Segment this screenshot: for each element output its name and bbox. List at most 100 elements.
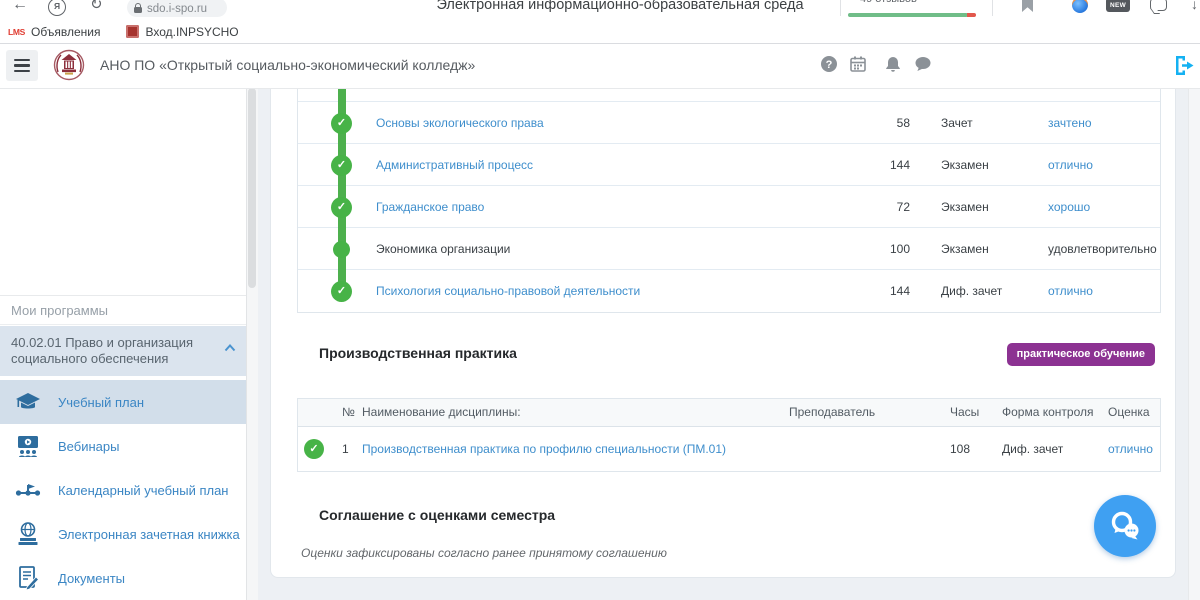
chevron-up-icon [224,344,236,352]
hours-value: 144 [862,270,910,312]
url-text: sdo.i-spo.ru [147,0,207,15]
discipline-link[interactable]: Основы экологического права [376,102,544,144]
sidebar-item-curriculum[interactable]: Учебный план [0,380,246,424]
milestones-icon [14,476,42,504]
calendar-icon[interactable] [849,55,867,73]
content-card: 2 Основы экологического права 58 Зачет з… [270,88,1176,578]
new-badge[interactable]: NEW [1106,0,1130,12]
bookmark-inpsycho[interactable]: Вход.INPSYCHO [126,25,238,39]
document-pen-icon [14,564,42,592]
sidebar-item-documents[interactable]: Документы [0,556,246,600]
scrollbar-thumb[interactable] [248,88,256,288]
table-header-row: № Наименование дисциплины: Преподаватель… [298,399,1160,427]
grade-value: удовлетворительно [1048,228,1157,270]
semester-table: 2 Основы экологического права 58 Зачет з… [297,88,1161,313]
practical-training-badge[interactable]: практическое обучение [1007,343,1155,366]
page-scrollbar[interactable] [1188,88,1200,600]
bookmark-flag-icon[interactable] [1022,0,1033,12]
browser-chat-icon[interactable] [1150,0,1167,11]
hours-value: 144 [862,144,910,186]
app-header: АНО ПО «Открытый социально-экономический… [0,43,1200,89]
completed-check-icon: ✓ [331,113,352,134]
webinar-icon [14,432,42,460]
discipline-link[interactable]: Гражданское право [376,186,484,228]
table-row: 6 Психология социально-правовой деятельн… [298,270,1160,312]
control-form: Экзамен [941,228,989,270]
chat-bubbles-icon [1106,507,1144,545]
page-title: Электронная информационно-образовательна… [420,0,820,13]
back-icon[interactable]: ← [12,0,28,12]
sidebar-program-item[interactable]: 40.02.01 Право и организация социального… [0,326,246,376]
help-icon[interactable]: ? [820,55,838,73]
emblem-favicon [126,25,139,38]
bookmark-announcements[interactable]: LMS Объявления [8,25,100,39]
logout-icon[interactable] [1172,53,1197,78]
site-rating-widget[interactable]: 49 отзывов [846,0,978,20]
table-row: 5 Экономика организации 100 Экзамен удов… [298,228,1160,270]
discipline-link[interactable]: Производственная практика по профилю спе… [362,426,726,472]
discipline-link[interactable]: Административный процесс [376,144,533,186]
control-form: Диф. зачет [941,270,1002,312]
practice-heading: Производственная практика [319,345,517,361]
bookmark-label: Объявления [31,25,100,39]
header-hours: Часы [950,399,979,426]
college-logo [52,48,86,87]
sidebar-item-label: Учебный план [58,395,144,410]
rating-bar-tip [967,13,976,17]
reload-icon[interactable]: ↻ [90,0,103,12]
screen: ← Я ↻ sdo.i-spo.ru Электронная информаци… [0,0,1200,600]
table-row: 3 Административный процесс 144 Экзамен о… [298,144,1160,186]
control-form: Зачет [941,102,973,144]
menu-toggle-button[interactable] [6,50,38,81]
hours-value: 72 [862,186,910,228]
table-row: 2 Основы экологического права 58 Зачет з… [298,102,1160,144]
table-row: ✓ 1 Производственная практика по профилю… [298,426,1160,472]
support-chat-button[interactable] [1094,495,1156,557]
browser-topbar: ← Я ↻ sdo.i-spo.ru Электронная информаци… [0,0,1200,20]
notifications-bell-icon[interactable] [884,55,902,73]
reviews-text: 49 отзывов [860,0,917,5]
sidebar-item-label: Электронная зачетная книжка [58,527,240,542]
grade-link[interactable]: зачтено [1048,102,1092,144]
lock-icon [134,7,142,13]
discipline-name: Экономика организации [376,228,510,270]
progress-dot-icon [333,241,350,258]
sidebar-item-gradebook[interactable]: Электронная зачетная книжка [0,512,246,556]
agreement-heading: Соглашение с оценками семестра [319,507,555,523]
bookmark-label: Вход.INPSYCHO [145,25,238,39]
header-grade: Оценка [1108,399,1150,426]
discipline-link[interactable]: Психология социально-правовой деятельнос… [376,270,640,312]
sidebar-section-label: Мои программы [0,295,246,325]
completed-check-icon: ✓ [331,155,352,176]
address-bar[interactable]: sdo.i-spo.ru [127,0,227,17]
sidebar-item-calendar-plan[interactable]: Календарный учебный план [0,468,246,512]
agreement-note: Оценки зафиксированы согласно ранее прин… [301,546,667,560]
program-label: 40.02.01 Право и организация социального… [11,335,193,366]
hours-value: 58 [862,102,910,144]
grade-link[interactable]: отлично [1108,426,1153,472]
svg-text:?: ? [826,59,833,71]
sidebar: Мои программы 40.02.01 Право и организац… [0,88,247,600]
yandex-icon[interactable]: Я [48,0,66,16]
lms-favicon: LMS [8,27,25,37]
grade-link[interactable]: отлично [1048,144,1093,186]
hours-value: 100 [862,228,910,270]
download-icon[interactable]: ↓ [1191,0,1198,12]
sidebar-item-label: Вебинары [58,439,119,454]
grade-link[interactable]: хорошо [1048,186,1090,228]
divider [840,0,841,16]
control-form: Экзамен [941,144,989,186]
completed-check-icon: ✓ [331,281,352,302]
sidebar-scrollbar[interactable] [246,88,258,600]
grade-link[interactable]: отлично [1048,270,1093,312]
sidebar-item-webinars[interactable]: Вебинары [0,424,246,468]
header-control-form: Форма контроля [1002,399,1094,426]
control-form: Экзамен [941,186,989,228]
browser-logo-icon[interactable] [1072,0,1088,13]
completed-check-icon: ✓ [331,197,352,218]
header-discipline: Наименование дисциплины: [362,399,521,426]
graduation-cap-icon [14,388,42,416]
divider [992,0,993,16]
completed-check-icon: ✓ [304,439,324,459]
messages-icon[interactable] [914,55,932,73]
